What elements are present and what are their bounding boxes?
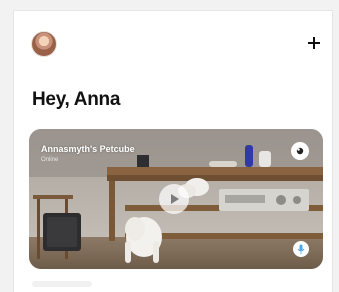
greeting-title: Hey, Anna [32,89,121,110]
microphone-button[interactable] [293,241,309,257]
play-button[interactable] [159,184,189,214]
camera-title: Annasmyth's Petcube [41,144,135,154]
camera-status: Online [41,157,59,163]
top-bar [14,11,332,71]
record-button[interactable] [291,142,309,160]
amplifier [219,189,309,211]
microphone-icon [297,244,305,254]
play-icon [171,194,179,204]
speaker-box [43,213,81,251]
camera-card[interactable]: Annasmyth's Petcube Online [29,129,323,269]
add-device-button[interactable] [306,35,322,51]
next-card-peek [32,281,92,287]
home-screen: Hey, Anna Annasmyth's Petcube Online [13,10,333,292]
user-avatar[interactable] [31,31,57,57]
record-icon [296,147,304,155]
plus-icon [308,37,320,49]
